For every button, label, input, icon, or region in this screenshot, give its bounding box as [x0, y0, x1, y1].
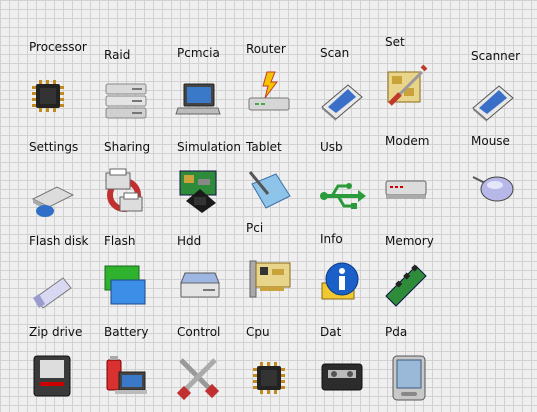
- label-settings: Settings: [29, 140, 79, 154]
- set-icon[interactable]: [382, 62, 430, 110]
- label-scan: Scan: [320, 46, 350, 60]
- label-pcmcia: Pcmcia: [177, 46, 220, 60]
- dat-icon[interactable]: [318, 354, 366, 402]
- label-scanner: Scanner: [471, 49, 521, 63]
- label-battery: Battery: [104, 325, 149, 339]
- flash-disk-icon[interactable]: [29, 268, 77, 316]
- label-cpu: Cpu: [246, 325, 270, 339]
- mouse-icon[interactable]: [471, 165, 519, 213]
- label-pci: Pci: [246, 221, 264, 235]
- battery-icon[interactable]: [101, 352, 149, 400]
- label-set: Set: [385, 35, 405, 49]
- label-tablet: Tablet: [246, 140, 282, 154]
- label-simulation: Simulation: [177, 140, 241, 154]
- cpu-icon[interactable]: [245, 354, 293, 402]
- tablet-icon[interactable]: [246, 168, 294, 216]
- modem-icon[interactable]: [382, 165, 430, 213]
- processor-icon[interactable]: [24, 72, 72, 120]
- label-control: Control: [177, 325, 221, 339]
- label-mouse: Mouse: [471, 134, 510, 148]
- pci-icon[interactable]: [246, 255, 294, 303]
- label-flash: Flash: [104, 234, 136, 248]
- pcmcia-icon[interactable]: [174, 76, 222, 124]
- usb-icon[interactable]: [318, 172, 366, 220]
- label-modem: Modem: [385, 134, 430, 148]
- simulation-icon[interactable]: [176, 167, 224, 215]
- label-sharing: Sharing: [104, 140, 151, 154]
- label-raid: Raid: [104, 48, 131, 62]
- label-usb: Usb: [320, 140, 343, 154]
- label-processor: Processor: [29, 40, 87, 54]
- label-dat: Dat: [320, 325, 342, 339]
- label-zip-drive: Zip drive: [29, 325, 83, 339]
- sharing-icon[interactable]: [100, 167, 148, 215]
- scan-icon[interactable]: [318, 75, 366, 123]
- label-router: Router: [246, 42, 286, 56]
- raid-icon[interactable]: [102, 76, 150, 124]
- scanner-icon[interactable]: [469, 76, 517, 124]
- router-icon[interactable]: [245, 70, 293, 118]
- label-hdd: Hdd: [177, 234, 202, 248]
- pda-icon[interactable]: [385, 354, 433, 402]
- flash-icon[interactable]: [101, 262, 149, 310]
- hdd-icon[interactable]: [175, 265, 223, 313]
- info-icon[interactable]: [318, 257, 366, 305]
- settings-icon[interactable]: [29, 175, 77, 223]
- label-memory: Memory: [385, 234, 434, 248]
- label-flash-disk: Flash disk: [29, 234, 89, 248]
- label-info: Info: [320, 232, 343, 246]
- label-pda: Pda: [385, 325, 408, 339]
- control-icon[interactable]: [175, 354, 223, 402]
- zip-drive-icon[interactable]: [28, 352, 76, 400]
- memory-icon[interactable]: [382, 260, 430, 308]
